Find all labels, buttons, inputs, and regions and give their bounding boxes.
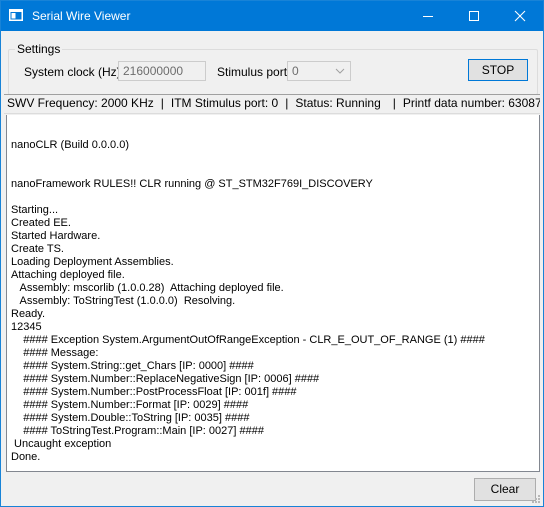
title-bar[interactable]: Serial Wire Viewer xyxy=(1,1,543,31)
output-line: Done. xyxy=(11,451,41,463)
output-line: Loading Deployment Assemblies. xyxy=(11,256,174,268)
status-bar: SWV Frequency: 2000 KHz | ITM Stimulus por… xyxy=(4,94,540,114)
stimulus-port-label: Stimulus port: xyxy=(217,65,291,79)
running-status: Status: Running xyxy=(295,96,381,110)
output-line: #### Exception System.ArgumentOutOfRange… xyxy=(11,334,485,346)
output-line: nanoFramework RULES!! CLR running @ ST_S… xyxy=(11,178,373,190)
output-line: Attaching deployed file. xyxy=(11,269,125,281)
status-separator: | xyxy=(285,96,289,110)
output-line: #### System.Number::ReplaceNegativeSign … xyxy=(11,373,320,385)
maximize-icon xyxy=(469,11,479,21)
output-line: #### ToStringTest.Program::Main [IP: 002… xyxy=(11,425,264,437)
output-text-area[interactable]: nanoCLR (Build 0.0.0.0) nanoFramework RUL… xyxy=(6,115,540,472)
stop-button[interactable]: STOP xyxy=(468,59,528,81)
resize-grip-icon[interactable] xyxy=(530,493,541,504)
output-line: #### Message: xyxy=(11,347,102,359)
output-line: Ready. xyxy=(11,308,46,320)
stimulus-port-select[interactable]: 0 xyxy=(287,61,351,81)
itm-stimulus-port-status: ITM Stimulus port: 0 xyxy=(170,96,279,110)
output-line: #### System.Double::ToString [IP: 0035] … xyxy=(11,412,250,424)
stimulus-port-value: 0 xyxy=(292,64,299,78)
printf-count-status: Printf data number: 63087 xyxy=(402,96,540,110)
output-line: Assembly: ToStringTest (1.0.0.0) Resolvi… xyxy=(11,295,236,307)
output-line: Assembly: mscorlib (1.0.0.28) Attaching … xyxy=(11,282,284,294)
system-clock-input[interactable]: 216000000 xyxy=(118,61,206,81)
app-window-icon xyxy=(9,9,23,21)
output-line: Uncaught exception xyxy=(11,438,112,450)
minimize-button[interactable] xyxy=(405,1,451,31)
output-line: Created EE. xyxy=(11,217,71,229)
close-icon xyxy=(514,10,526,22)
output-line: Starting... xyxy=(11,204,59,216)
output-line: Create TS. xyxy=(11,243,64,255)
clear-button[interactable]: Clear xyxy=(474,478,536,501)
system-clock-label: System clock (Hz): xyxy=(24,65,125,79)
system-clock-value: 216000000 xyxy=(123,64,184,78)
close-button[interactable] xyxy=(497,1,543,31)
output-line: 12345 xyxy=(11,321,42,333)
minimize-icon xyxy=(423,16,433,17)
maximize-button[interactable] xyxy=(451,1,497,31)
status-separator: | xyxy=(160,96,164,110)
settings-group-label: Settings xyxy=(15,42,63,56)
output-line: nanoCLR (Build 0.0.0.0) xyxy=(11,139,130,151)
output-line: #### System.Number::Format [IP: 0029] ##… xyxy=(11,399,249,411)
swv-frequency-status: SWV Frequency: 2000 KHz xyxy=(7,96,154,110)
output-line: Started Hardware. xyxy=(11,230,101,242)
chevron-down-icon xyxy=(335,68,345,74)
status-separator: | xyxy=(392,96,396,110)
output-line: #### System.String::get_Chars [IP: 0000]… xyxy=(11,360,254,372)
window-title: Serial Wire Viewer xyxy=(32,9,131,23)
output-line: #### System.Number::PostProcessFloat [IP… xyxy=(11,386,297,398)
serial-wire-viewer-window: Serial Wire Viewer Settings System clock… xyxy=(0,0,544,507)
